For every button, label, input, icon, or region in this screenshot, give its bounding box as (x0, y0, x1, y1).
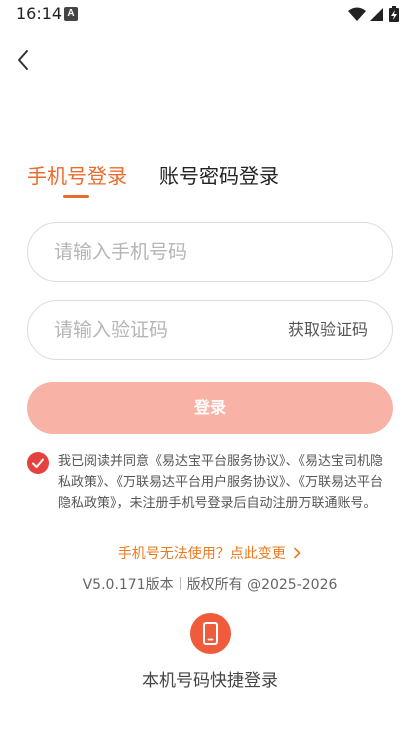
get-code-button[interactable]: 获取验证码 (288, 301, 368, 359)
signal-icon (370, 8, 383, 21)
verification-code-input[interactable] (54, 301, 294, 359)
version-text: V5.0.171版本 (82, 577, 174, 593)
version-info: V5.0.171版本 版权所有 @2025-2026 (0, 574, 420, 594)
battery-icon (389, 6, 399, 22)
tab-account-login[interactable]: 账号密码登录 (159, 160, 279, 192)
phone-icon (203, 622, 218, 645)
notification-icon: A (64, 7, 78, 21)
divider (179, 577, 181, 590)
change-phone-link-text: 手机号无法使用？点此变更 (117, 546, 286, 562)
change-phone-link[interactable]: 手机号无法使用？点此变更 (0, 543, 420, 563)
agreement-checkbox[interactable] (27, 452, 49, 474)
login-button[interactable]: 登录 (27, 382, 393, 434)
copyright-text: 版权所有 @2025-2026 (186, 577, 338, 593)
check-icon (32, 458, 44, 468)
active-tab-indicator (63, 195, 89, 198)
agreement-text[interactable]: 我已阅读并同意《易达宝平台服务协议》、《易达宝司机隐私政策》、《万联易达平台用户… (58, 451, 388, 514)
quick-login-label[interactable]: 本机号码快捷登录 (0, 666, 420, 691)
status-time: 16:14 (16, 4, 63, 23)
status-icons (348, 6, 399, 22)
code-field: 获取验证码 (27, 300, 393, 360)
phone-field (27, 222, 393, 282)
tab-phone-login[interactable]: 手机号登录 (27, 160, 127, 192)
chevron-right-icon (294, 547, 301, 559)
chevron-left-icon (18, 50, 28, 70)
phone-input[interactable] (54, 223, 294, 281)
back-button[interactable] (10, 44, 40, 76)
agreement-section: 我已阅读并同意《易达宝平台服务协议》、《易达宝司机隐私政策》、《万联易达平台用户… (27, 451, 393, 541)
quick-login-button[interactable] (190, 613, 231, 654)
login-tabs: 手机号登录 账号密码登录 (27, 160, 393, 200)
status-bar: 16:14 A (0, 0, 420, 28)
wifi-icon (348, 7, 366, 21)
